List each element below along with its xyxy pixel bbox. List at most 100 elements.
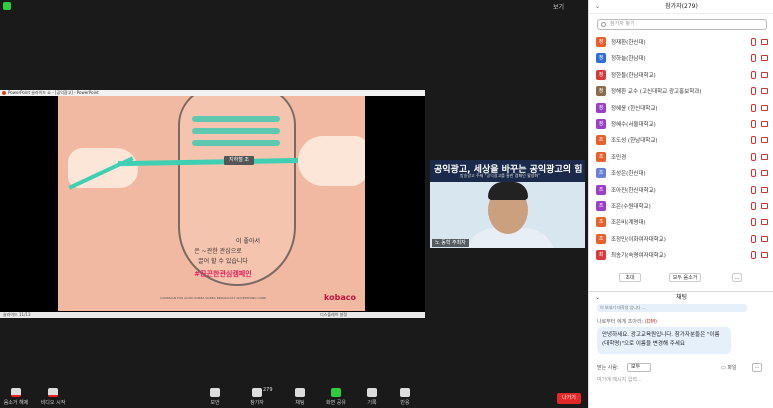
chevron-down-icon[interactable]: ⌄ — [595, 0, 600, 14]
share-screen-icon — [331, 388, 341, 397]
invite-button[interactable]: 초대 — [619, 273, 641, 282]
participant-row[interactable]: 조 조아진(한신대학교) — [589, 182, 773, 198]
participant-name: 조민경 — [611, 154, 627, 161]
participant-row[interactable]: 정 정재환(한신대) — [589, 34, 773, 50]
slide-counter: 슬라이드 11/13 — [3, 312, 31, 317]
start-video-label: 비디오 시작 — [40, 400, 66, 406]
participants-title: 참가자(279) — [665, 3, 698, 10]
slide-text-line: 끌어 할 수 있습니다 — [198, 258, 248, 265]
video-off-icon — [761, 39, 768, 45]
speaker-video-tile[interactable]: 공익광고, 세상을 바꾸는 공익광고의 힘 방송광고 주제 "공익광고를 통한 … — [430, 160, 585, 248]
video-off-icon — [761, 170, 768, 177]
share-screen-button[interactable]: 화면 공유 — [316, 388, 356, 406]
mic-muted-icon — [751, 136, 756, 145]
mic-muted-icon — [751, 234, 756, 243]
chat-header: ⌄ 채팅 — [589, 291, 773, 303]
avatar: 조 — [596, 233, 606, 244]
more-options-button[interactable]: ... — [732, 273, 742, 282]
participant-row[interactable]: 조 조은비(계명대) — [589, 214, 773, 230]
video-off-icon — [761, 219, 768, 226]
participant-row[interactable]: 조 조민경 — [589, 149, 773, 165]
previous-chat-message: 이 보내기 대학생 입니다 ... — [597, 304, 747, 312]
participant-name: 정혜윤 (한신대학교) — [611, 105, 658, 112]
start-video-button[interactable]: 비디오 시작 — [33, 388, 73, 406]
recipient-select[interactable]: 모두 — [627, 363, 651, 372]
mute-all-button[interactable]: 모두 음소거 — [669, 273, 701, 282]
chat-message-sender: 나로부터 에게 조아라: — [597, 319, 644, 325]
presentation-slide: 지하철 조 이 좋아서 은 ~관한 관심으로 끌어 할 수 있습니다 #끈끈한관… — [58, 96, 365, 311]
participant-row[interactable]: 정 정혜윤 (한신대학교) — [589, 100, 773, 116]
avatar: 최 — [596, 250, 606, 261]
leave-button[interactable]: 나가기 — [557, 393, 581, 404]
lace-tag: 지하철 조 — [224, 156, 254, 165]
participant-name: 조은(수원대학교) — [611, 203, 651, 210]
participant-row[interactable]: 정 정하늘(한남대) — [589, 50, 773, 66]
video-off-icon — [761, 71, 768, 78]
participant-name: 정재환(한신대) — [611, 40, 646, 46]
participant-search-input[interactable]: 참가자 찾기 — [597, 19, 767, 30]
mic-muted-icon — [751, 185, 756, 194]
chat-button[interactable]: 채팅 — [280, 388, 320, 406]
participant-row[interactable]: 최 최송기(숙명여자대학교) — [589, 247, 773, 263]
participant-name: 조아진(한신대학교) — [611, 187, 656, 194]
participant-row[interactable]: 조 조성은(한신대) — [589, 165, 773, 181]
recipient-label: 받는 사람: — [597, 365, 619, 371]
security-shield-icon[interactable] — [3, 2, 11, 10]
participant-row[interactable]: 조 조은(수원대학교) — [589, 198, 773, 214]
speaker-hair — [488, 182, 528, 200]
chat-message-input[interactable]: 여기에 메시지 입력... — [597, 376, 767, 383]
file-button[interactable]: ▭ 파일 — [721, 364, 737, 371]
video-off-icon — [48, 388, 58, 397]
reactions-button[interactable]: 반응 — [385, 388, 425, 406]
slideshow-status-bar: 슬라이드 11/13 디스플레이 설정 — [0, 312, 425, 318]
participant-row[interactable]: 조 조도성 (한남대학교) — [589, 132, 773, 148]
mic-muted-icon — [751, 70, 756, 79]
mic-muted-icon — [751, 169, 756, 178]
participant-name: 조도성 (한남대학교) — [611, 138, 658, 145]
participant-row[interactable]: 정 정해환 교수 (고신대학교 광고홍보학과) — [589, 83, 773, 99]
display-settings-button[interactable]: 디스플레이 설정 — [320, 312, 347, 318]
mute-button[interactable]: 음소거 해제 — [0, 388, 36, 406]
share-screen-label: 화면 공유 — [326, 400, 346, 406]
participant-name: 정한들(한남대학교) — [611, 72, 656, 79]
avatar: 정 — [596, 118, 606, 129]
avatar: 조 — [596, 168, 606, 179]
participant-name: 정해환 교수 (고신대학교 광고홍보학과) — [611, 89, 702, 96]
view-button[interactable]: 보기 — [553, 2, 564, 11]
avatar: 정 — [596, 102, 606, 113]
participant-row[interactable]: 조 조정민(이화여자대학교) — [589, 231, 773, 247]
security-label: 보안 — [210, 400, 220, 406]
participants-button[interactable]: 279 참가자 — [237, 387, 277, 406]
mic-muted-icon — [751, 152, 756, 161]
participant-list: 정 정재환(한신대) 정 정하늘(한남대) 정 정한들(한남대학교) 정 정해환 교수 (고신… — [589, 34, 773, 263]
security-button[interactable]: 보안 — [195, 388, 235, 406]
mic-muted-icon — [751, 218, 756, 227]
dm-badge: (DM) — [644, 319, 657, 325]
slide-hashtag: #끈끈한관심캠페인 — [194, 270, 252, 278]
avatar: 정 — [596, 86, 606, 97]
avatar: 정 — [596, 37, 606, 47]
avatar: 조 — [596, 184, 606, 195]
avatar: 조 — [596, 217, 606, 228]
participant-row[interactable]: 정 정혜수(서울대학교) — [589, 116, 773, 132]
participant-name: 조은비(계명대) — [611, 220, 646, 227]
participant-name: 조정민(이화여자대학교) — [611, 236, 666, 243]
search-placeholder: 참가자 찾기 — [610, 21, 635, 27]
shared-window-title-text: PowerPoint 슬라이드 쇼 - [공익광고] - PowerPoint — [8, 90, 99, 95]
shared-screen: PowerPoint 슬라이드 쇼 - [공익광고] - PowerPoint … — [0, 90, 425, 318]
avatar: 조 — [596, 135, 606, 146]
video-off-icon — [761, 88, 768, 95]
participant-row[interactable]: 정 정한들(한남대학교) — [589, 67, 773, 83]
chat-title: 채팅 — [675, 294, 688, 301]
search-icon — [601, 22, 606, 27]
chevron-down-icon[interactable]: ⌄ — [595, 292, 600, 304]
video-off-icon — [761, 252, 768, 259]
video-off-icon — [761, 186, 768, 193]
participants-label: 참가자 — [250, 400, 264, 406]
mic-muted-icon — [751, 54, 756, 63]
powerpoint-icon — [2, 91, 6, 95]
chat-more-button[interactable]: … — [752, 363, 762, 372]
shoelace — [192, 128, 280, 134]
participant-actions: 초대 모두 음소거 ... — [589, 273, 773, 283]
chat-label: 채팅 — [295, 400, 305, 406]
